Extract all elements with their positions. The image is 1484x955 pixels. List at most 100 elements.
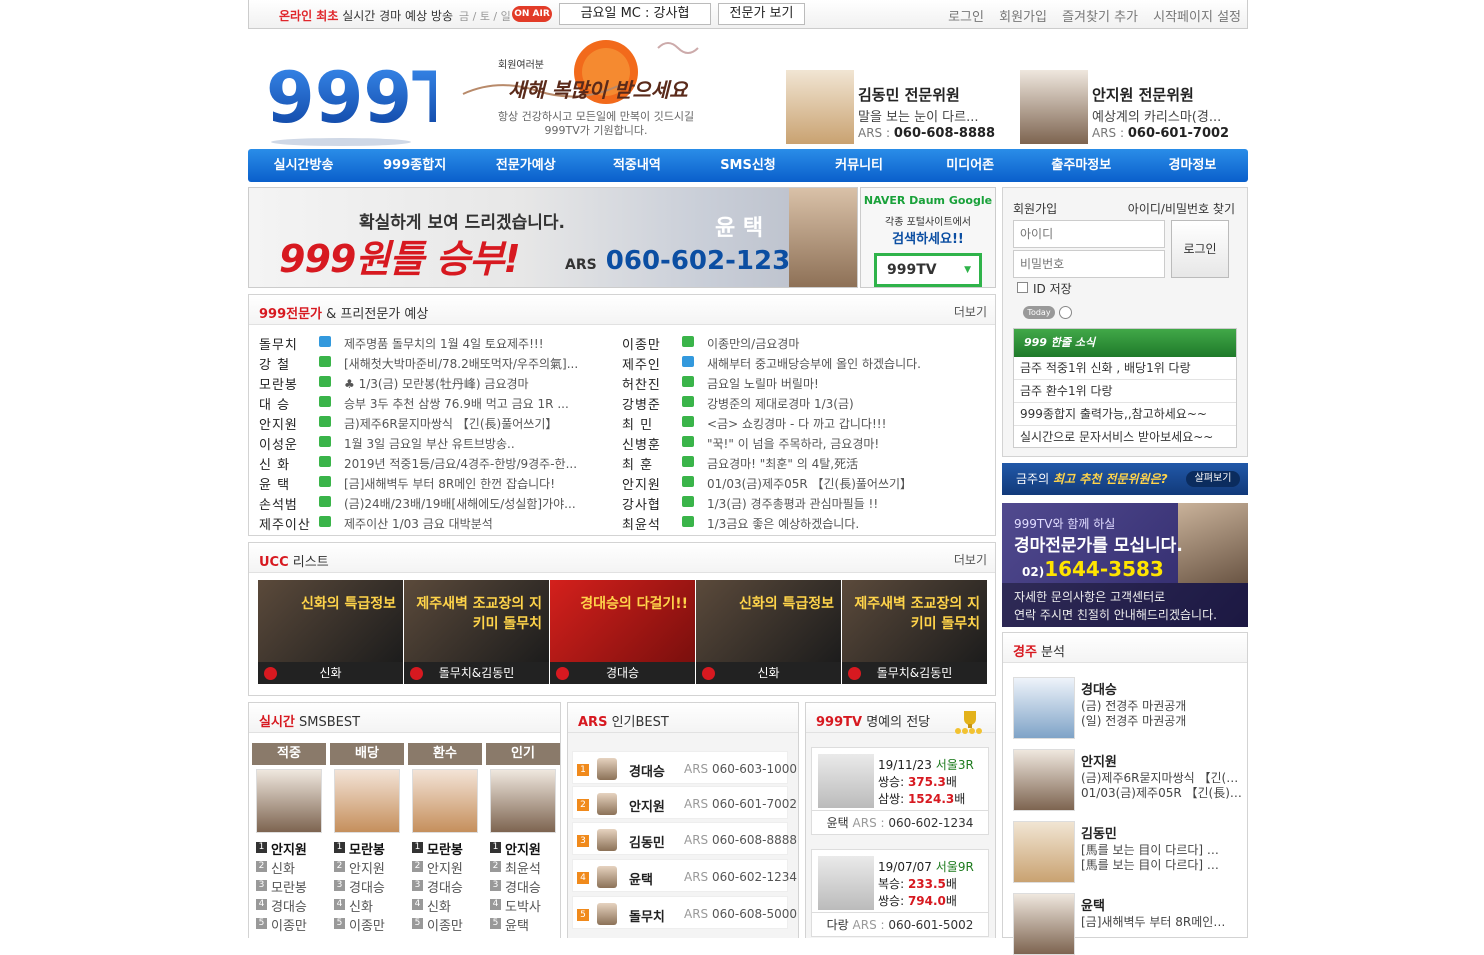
prediction-title[interactable]: 금요경마! "최훈" 의 4탈,死活	[707, 455, 967, 472]
news-item[interactable]: 999종합지 출력가능,,참고하세요~~	[1014, 403, 1236, 426]
prediction-row[interactable]: 신 화 2019년 적중1등/금요/4경주-한방/9경주-한...	[259, 451, 619, 473]
nav-item[interactable]: 적중내역	[581, 149, 692, 182]
ucc-video-item[interactable]: 신화의 특급정보 신화	[258, 580, 403, 684]
on-air-badge[interactable]: ON AIR	[512, 6, 552, 22]
prediction-row[interactable]: 이종만 이종만의/금요경마	[622, 331, 982, 353]
news-item[interactable]: 금주 적중1위 신화 , 배당1위 다랑	[1014, 357, 1236, 380]
prediction-title[interactable]: 2019년 적중1등/금요/4경주-한방/9경주-한...	[344, 455, 604, 472]
login-button[interactable]: 로그인	[1171, 220, 1229, 278]
bookmark-link[interactable]: 즐겨찾기 추가	[1062, 10, 1138, 25]
promo-banner[interactable]: 확실하게 보여 드리겠습니다. 999원틀 승부! 윤 택 ARS 060-60…	[248, 187, 858, 288]
ars-item[interactable]: 5 돌무치 ARS 060-608-5000	[572, 896, 797, 929]
ranking-item[interactable]: 1 안지원	[490, 839, 564, 858]
prediction-row[interactable]: 신병훈 "꾹!" 이 넘을 주목하라, 금요경마!	[622, 431, 982, 453]
prediction-row[interactable]: 윤 택 [금]새해벽두 부터 8R메인 한껀 잡습니다!	[259, 471, 619, 493]
ranking-item[interactable]: 4 도박사	[490, 896, 564, 915]
ucc-video-item[interactable]: 제주새벽 조교장의 지키미 돌무치 돌무치&김동민	[404, 580, 549, 684]
nav-item[interactable]: 커뮤니티	[804, 149, 915, 182]
ranking-item[interactable]: 3 경대승	[412, 877, 486, 896]
prediction-row[interactable]: 안지원 01/03(금)제주05R 【긴(長)풀어쓰기】	[622, 471, 982, 493]
prediction-title[interactable]: 금)제주6R묻지마쌍식 【긴(長)풀어쓰기】	[344, 415, 604, 432]
startpage-link[interactable]: 시작페이지 설정	[1153, 10, 1241, 25]
prediction-title[interactable]: ♣ 1/3(금) 모란봉(牡丹峰) 금요경마	[344, 375, 604, 392]
prediction-title[interactable]: [금]새해벽두 부터 8R메인 한껀 잡습니다!	[344, 475, 604, 492]
sms-tab[interactable]: 환수	[408, 743, 482, 765]
ranking-item[interactable]: 5 이종만	[256, 915, 330, 934]
ucc-video-item[interactable]: 경대승의 다걸기!! 경대승	[550, 580, 695, 684]
prediction-row[interactable]: 손석범 (금)24배/23배/19배[새해에도/성실함]가야...	[259, 491, 619, 513]
prediction-title[interactable]: 강병준의 제대로경마 1/3(금)	[707, 395, 967, 412]
prediction-title[interactable]: [새해첫大박마준비/78.2배또먹자/우주의氣]...	[344, 355, 604, 372]
prediction-title[interactable]: 제주이산 1/03 금요 대박분석	[344, 515, 604, 532]
sms-tab[interactable]: 인기	[486, 743, 560, 765]
prediction-row[interactable]: 허찬진 금요일 노릴마 버릴마!	[622, 371, 982, 393]
ranking-item[interactable]: 4 신화	[412, 896, 486, 915]
prediction-title[interactable]: 승부 3두 추천 삼쌍 76.9배 먹고 금요 1R ...	[344, 395, 604, 412]
nav-item[interactable]: 미디어존	[915, 149, 1026, 182]
ranking-item[interactable]: 5 윤택	[490, 915, 564, 934]
header-expert-card[interactable]: 안지원 전문위원 예상계의 카리스마(경... ARS : 060-601-70…	[1020, 70, 1248, 144]
ucc-video-item[interactable]: 신화의 특급정보 신화	[696, 580, 841, 684]
header-expert-card[interactable]: 김동민 전문위원 말을 보는 눈이 다르... ARS : 060-608-88…	[786, 70, 996, 144]
ars-item[interactable]: 4 윤택 ARS 060-602-1234	[572, 859, 797, 892]
prediction-row[interactable]: 돌무치 제주명품 돌무치의 1월 4일 토요제주!!!	[259, 331, 619, 353]
ranking-item[interactable]: 1 안지원	[256, 839, 330, 858]
more-link[interactable]: 더보기	[954, 551, 987, 568]
prediction-row[interactable]: 최 민 <금> 쇼킹경마 - 다 까고 갑니다!!!	[622, 411, 982, 433]
prediction-title[interactable]: "꾹!" 이 넘을 주목하라, 금요경마!	[707, 435, 967, 452]
ranking-item[interactable]: 5 이종만	[334, 915, 408, 934]
recommend-bar[interactable]: 금주의 최고 추천 전문위원은? 살펴보기	[1002, 463, 1248, 495]
nav-item[interactable]: 실시간방송	[248, 149, 359, 182]
find-account-link[interactable]: 아이디/비밀번호 찾기	[1128, 200, 1235, 217]
prediction-row[interactable]: 제주인 새해부터 중고배당승부에 올인 하겠습니다.	[622, 351, 982, 373]
signup-link[interactable]: 회원가입	[999, 10, 1047, 25]
ranking-item[interactable]: 1 모란봉	[412, 839, 486, 858]
prediction-row[interactable]: 안지원 금)제주6R묻지마쌍식 【긴(長)풀어쓰기】	[259, 411, 619, 433]
news-item[interactable]: 금주 환수1위 다랑	[1014, 380, 1236, 403]
prediction-row[interactable]: 대 승 승부 3두 추천 삼쌍 76.9배 먹고 금요 1R ...	[259, 391, 619, 413]
sms-tab[interactable]: 배당	[330, 743, 404, 765]
prediction-title[interactable]: 1월 3일 금요일 부산 유트브방송..	[344, 435, 604, 452]
analysis-item[interactable]: 김동민 [馬를 보는 目이 다르다] … [馬를 보는 目이 다르다] …	[1013, 821, 1245, 883]
prediction-row[interactable]: 최윤석 1/3금요 좋은 예상하겠습니다.	[622, 511, 982, 533]
ranking-item[interactable]: 4 신화	[334, 896, 408, 915]
expert-view-button[interactable]: 전문가 보기	[718, 3, 805, 25]
prediction-title[interactable]: 금요일 노릴마 버릴마!	[707, 375, 967, 392]
signup-link[interactable]: 회원가입	[1013, 200, 1057, 217]
ars-item[interactable]: 1 경대승 ARS 060-603-1000	[572, 751, 797, 784]
nav-item[interactable]: 전문가예상	[470, 149, 581, 182]
prediction-title[interactable]: 1/3(금) 경주총평과 관심마필들 !!	[707, 495, 967, 512]
ranking-item[interactable]: 2 안지원	[412, 858, 486, 877]
login-link[interactable]: 로그인	[948, 10, 984, 25]
ars-item[interactable]: 3 김동민 ARS 060-608-8888	[572, 822, 797, 855]
ranking-item[interactable]: 3 모란봉	[256, 877, 330, 896]
site-logo[interactable]: 999TV	[266, 50, 514, 150]
prediction-row[interactable]: 강사협 1/3(금) 경주총평과 관심마필들 !!	[622, 491, 982, 513]
id-input[interactable]	[1013, 220, 1165, 248]
prediction-row[interactable]: 이성운 1월 3일 금요일 부산 유트브방송..	[259, 431, 619, 453]
ranking-item[interactable]: 4 경대승	[256, 896, 330, 915]
ranking-item[interactable]: 2 안지원	[334, 858, 408, 877]
prediction-title[interactable]: 새해부터 중고배당승부에 올인 하겠습니다.	[707, 355, 967, 372]
ranking-item[interactable]: 2 최윤석	[490, 858, 564, 877]
nav-item[interactable]: 경마정보	[1137, 149, 1248, 182]
prediction-title[interactable]: 1/3금요 좋은 예상하겠습니다.	[707, 515, 967, 532]
view-button[interactable]: 살펴보기	[1186, 471, 1240, 487]
prediction-row[interactable]: 강병준 강병준의 제대로경마 1/3(금)	[622, 391, 982, 413]
prediction-title[interactable]: 제주명품 돌무치의 1월 4일 토요제주!!!	[344, 335, 604, 352]
ranking-item[interactable]: 2 신화	[256, 858, 330, 877]
ranking-item[interactable]: 1 모란봉	[334, 839, 408, 858]
news-item[interactable]: 실시간으로 문자서비스 받아보세요~~	[1014, 426, 1236, 449]
prediction-title[interactable]: 01/03(금)제주05R 【긴(長)풀어쓰기】	[707, 475, 967, 492]
password-input[interactable]	[1013, 250, 1165, 278]
ars-item[interactable]: 2 안지원 ARS 060-601-7002	[572, 786, 797, 819]
analysis-item[interactable]: 경대승 (금) 전경주 마권공개 (일) 전경주 마권공개	[1013, 677, 1245, 739]
nav-item[interactable]: SMS신청	[692, 149, 803, 182]
ranking-item[interactable]: 3 경대승	[334, 877, 408, 896]
analysis-item[interactable]: 윤택 [금]새해벽두 부터 8R메인…	[1013, 893, 1245, 955]
prediction-row[interactable]: 제주이산 제주이산 1/03 금요 대박분석	[259, 511, 619, 533]
prediction-row[interactable]: 강 철 [새해첫大박마준비/78.2배또먹자/우주의氣]...	[259, 351, 619, 373]
ranking-item[interactable]: 5 이종만	[412, 915, 486, 934]
analysis-item[interactable]: 안지원 (금)제주6R묻지마쌍식 【긴(… 01/03(금)제주05R 【긴(長)…	[1013, 749, 1245, 811]
prediction-title[interactable]: 이종만의/금요경마	[707, 335, 967, 352]
